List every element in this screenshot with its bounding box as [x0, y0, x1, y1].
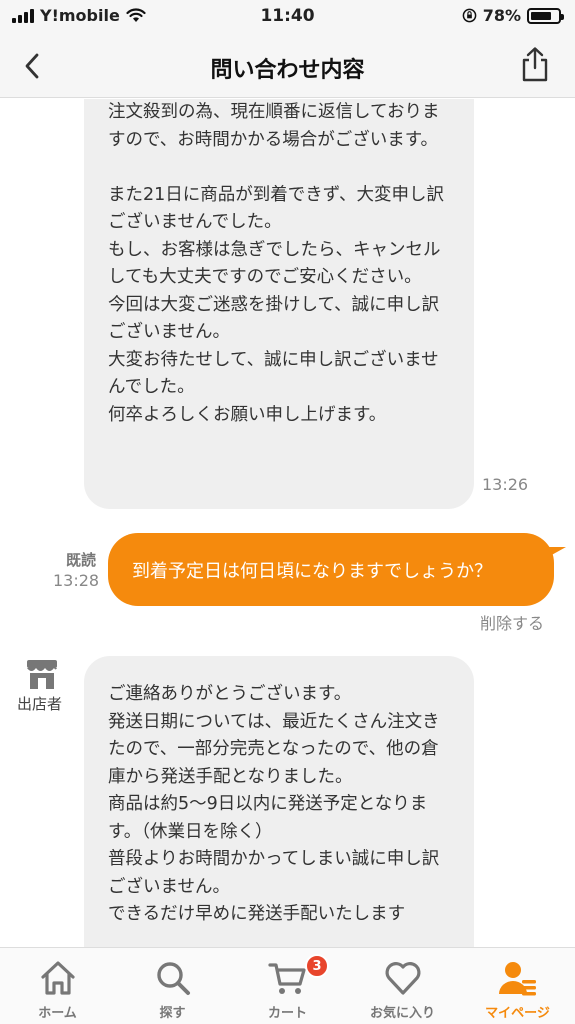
- page-title: 問い合わせ内容: [210, 58, 365, 83]
- tab-cart[interactable]: 3 カート: [230, 948, 345, 1024]
- tab-label: 探す: [159, 1006, 186, 1021]
- tab-bar: ホーム 探す 3 カート お気に入り マイページ: [0, 947, 575, 1024]
- heart-icon: [385, 962, 421, 995]
- page-header: 問い合わせ内容: [0, 34, 575, 98]
- home-icon: [41, 961, 75, 995]
- my-message-bubble: 到着予定日は何日頃になりますでしょうか？: [108, 533, 554, 606]
- message-time: 13:28: [53, 571, 100, 590]
- shop-label: 出店者: [17, 695, 63, 713]
- battery-percent: 78%: [482, 6, 521, 25]
- battery-group: 78%: [462, 6, 564, 25]
- shop-icon: [27, 660, 57, 689]
- tab-home[interactable]: ホーム: [0, 948, 115, 1024]
- tab-label: ホーム: [38, 1006, 77, 1021]
- read-status: 既読: [66, 551, 97, 569]
- battery-level: [531, 11, 552, 20]
- share-button[interactable]: [515, 44, 555, 84]
- tab-label: お気に入り: [369, 1006, 435, 1021]
- tab-label: マイページ: [485, 1006, 550, 1021]
- rotation-lock-icon: [462, 8, 477, 23]
- battery-icon: [527, 7, 564, 24]
- tab-mypage[interactable]: マイページ: [460, 948, 575, 1024]
- tab-search[interactable]: 探す: [115, 948, 230, 1024]
- message-time: 13:26: [482, 475, 529, 494]
- share-icon: [522, 47, 548, 82]
- status-bar: Y!mobile 11:40 78%: [0, 0, 575, 34]
- shop-message-bubble: 注文殺到の為、現在順番に返信しておりますので、お時間かかる場合がございます。 ま…: [84, 99, 474, 509]
- search-icon: [157, 962, 190, 995]
- cart-icon: [268, 963, 306, 994]
- delete-message-link[interactable]: 削除する: [480, 610, 544, 634]
- chat-thread[interactable]: 注文殺到の為、現在順番に返信しておりますので、お時間かかる場合がございます。 ま…: [0, 99, 575, 947]
- tab-label: カート: [267, 1006, 307, 1021]
- shop-message-bubble: ご連絡ありがとうございます。 発送日期については、最近たくさん注文きたので、一部…: [84, 656, 474, 947]
- cart-count-badge: 3: [305, 954, 329, 978]
- tab-favorites[interactable]: お気に入り: [345, 948, 460, 1024]
- mypage-icon: [499, 962, 536, 996]
